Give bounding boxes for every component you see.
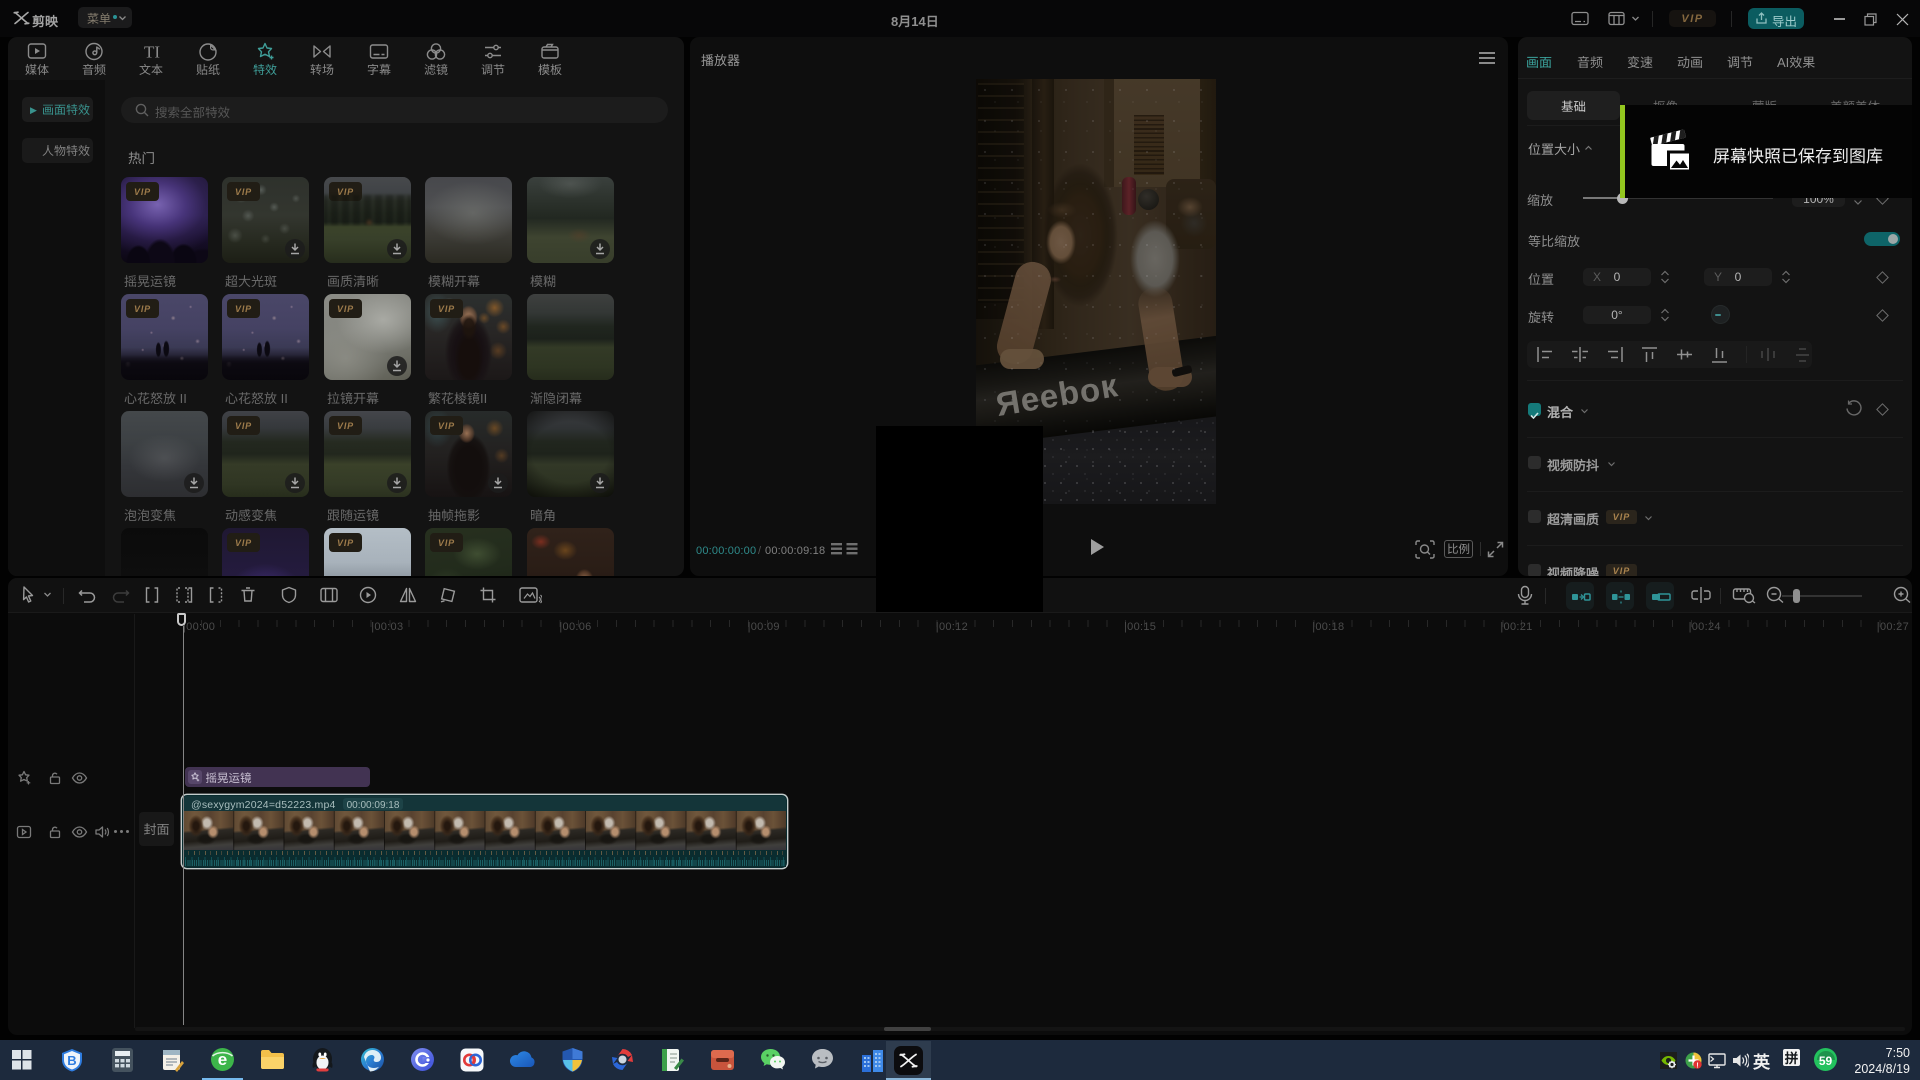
svg-text:!: ! (1696, 1063, 1698, 1070)
svg-text:B: B (67, 1053, 76, 1068)
svg-text:TI: TI (144, 43, 160, 62)
